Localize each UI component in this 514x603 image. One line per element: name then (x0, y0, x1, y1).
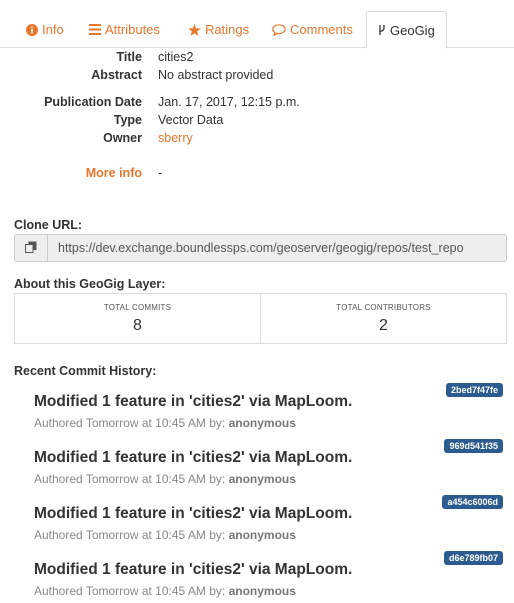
tab-geogig-label: GeoGig (390, 22, 435, 38)
detail-pubdate-row: Publication Date Jan. 17, 2017, 12:15 p.… (0, 95, 514, 113)
more-info-link[interactable]: More info (86, 166, 142, 180)
commit-meta: Authored Tomorrow at 10:45 AM by: anonym… (34, 528, 296, 542)
more-info-value: - (158, 166, 163, 180)
commit-message: Modified 1 feature in 'cities2' via MapL… (34, 393, 353, 410)
copy-button[interactable] (15, 235, 48, 261)
commit-hash-badge[interactable]: d6e789fb07 (443, 551, 503, 565)
title-label: Title (116, 50, 142, 64)
list-icon (89, 24, 101, 35)
commit-message: Modified 1 feature in 'cities2' via MapL… (34, 561, 353, 578)
commit-author: anonymous (228, 584, 296, 598)
type-label: Type (113, 113, 142, 127)
tab-attributes[interactable]: Attributes (89, 11, 160, 48)
commit-author: anonymous (228, 528, 296, 542)
commit-authored: Authored Tomorrow at 10:45 AM by: (34, 584, 226, 598)
commit-item: a454c6006d Modified 1 feature in 'cities… (0, 495, 514, 551)
total-commits-value: 8 (133, 316, 142, 334)
tab-comments-label: Comments (290, 22, 353, 37)
commit-item: 2bed7f47fe Modified 1 feature in 'cities… (0, 383, 514, 439)
owner-label: Owner (103, 131, 142, 145)
history-title: Recent Commit History: (14, 364, 157, 378)
stats-panel: TOTAL COMMITS 8 TOTAL CONTRIBUTORS 2 (14, 293, 507, 344)
abstract-value: No abstract provided (158, 68, 274, 82)
commit-authored: Authored Tomorrow at 10:45 AM by: (34, 528, 226, 542)
clone-url-box: https://dev.exchange.boundlessps.com/geo… (14, 234, 507, 262)
type-value: Vector Data (158, 113, 224, 127)
about-title: About this GeoGig Layer: (14, 277, 166, 291)
tab-attributes-label: Attributes (105, 22, 160, 37)
tab-ratings-label: Ratings (205, 22, 250, 37)
abstract-label: Abstract (91, 68, 142, 82)
clone-url-field[interactable]: https://dev.exchange.boundlessps.com/geo… (48, 235, 506, 261)
commit-message: Modified 1 feature in 'cities2' via MapL… (34, 449, 353, 466)
title-value: cities2 (158, 50, 194, 64)
pubdate-label: Publication Date (44, 95, 142, 109)
commit-author: anonymous (228, 416, 296, 430)
total-contributors-value: 2 (379, 316, 388, 334)
commit-message: Modified 1 feature in 'cities2' via MapL… (34, 505, 353, 522)
commit-hash-badge[interactable]: a454c6006d (442, 495, 503, 509)
commit-meta: Authored Tomorrow at 10:45 AM by: anonym… (34, 472, 296, 486)
branch-icon (378, 24, 386, 36)
pubdate-value: Jan. 17, 2017, 12:15 p.m. (158, 95, 300, 109)
tab-info-label: Info (42, 22, 64, 37)
total-commits-label: TOTAL COMMITS (103, 302, 172, 312)
total-contributors-stat: TOTAL CONTRIBUTORS 2 (260, 294, 506, 343)
detail-title-row: Title cities2 (0, 50, 514, 68)
detail-type-row: Type Vector Data (0, 113, 514, 131)
total-contributors-label: TOTAL CONTRIBUTORS (336, 302, 431, 312)
tab-bar: Info Attributes Ratings Comments GeoGig (0, 11, 514, 49)
commit-item: 969d541f35 Modified 1 feature in 'cities… (0, 439, 514, 495)
detail-moreinfo-row: More info - (0, 166, 514, 184)
commit-item: d6e789fb07 Modified 1 feature in 'cities… (0, 551, 514, 603)
star-icon (188, 23, 201, 36)
commit-authored: Authored Tomorrow at 10:45 AM by: (34, 416, 226, 430)
commit-meta: Authored Tomorrow at 10:45 AM by: anonym… (34, 584, 296, 598)
clone-url-title: Clone URL: (14, 218, 83, 232)
commit-meta: Authored Tomorrow at 10:45 AM by: anonym… (34, 416, 296, 430)
tab-info[interactable]: Info (26, 11, 64, 48)
tab-ratings[interactable]: Ratings (188, 11, 249, 48)
total-commits-stat: TOTAL COMMITS 8 (15, 294, 260, 343)
commit-authored: Authored Tomorrow at 10:45 AM by: (34, 472, 226, 486)
comment-icon (272, 23, 286, 36)
detail-owner-row: Owner sberry (0, 131, 514, 149)
owner-link[interactable]: sberry (158, 131, 193, 145)
detail-abstract-row: Abstract No abstract provided (0, 68, 514, 86)
tab-comments[interactable]: Comments (272, 11, 353, 48)
commit-author: anonymous (228, 472, 296, 486)
tab-geogig[interactable]: GeoGig (366, 11, 447, 49)
commit-hash-badge[interactable]: 969d541f35 (444, 439, 503, 453)
copy-icon (25, 241, 37, 256)
commit-hash-badge[interactable]: 2bed7f47fe (445, 383, 503, 397)
info-circle-icon (26, 23, 38, 36)
